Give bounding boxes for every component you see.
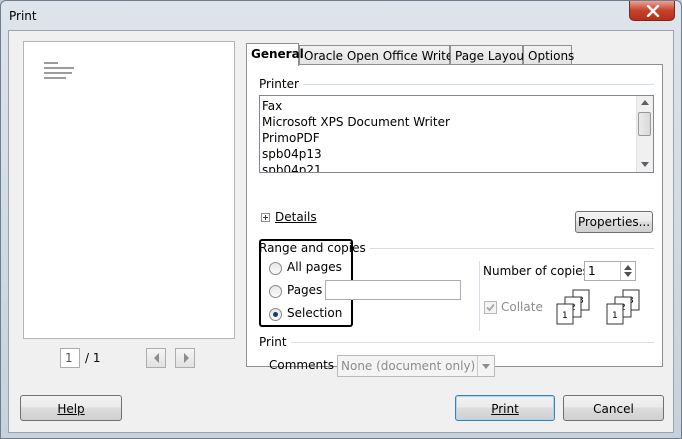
- properties-button[interactable]: Properties...: [575, 211, 653, 233]
- cancel-button[interactable]: Cancel: [563, 395, 664, 421]
- preview-prev-button[interactable]: [146, 348, 166, 368]
- tab-options[interactable]: Options: [523, 45, 574, 65]
- comments-label: Comments: [269, 358, 335, 372]
- printer-list-item[interactable]: spb04p21: [262, 163, 322, 172]
- spin-down-icon[interactable]: [624, 272, 632, 277]
- scroll-up-icon: [641, 100, 649, 105]
- number-of-copies-label: Number of copies: [483, 264, 589, 278]
- printer-list-item[interactable]: Fax: [262, 99, 282, 113]
- comments-dropdown-value: None (document only): [341, 359, 476, 373]
- selection-label[interactable]: Selection: [287, 306, 342, 320]
- close-button[interactable]: [629, 1, 675, 21]
- help-button[interactable]: Help: [20, 395, 122, 421]
- window-title: Print: [9, 9, 37, 23]
- tab-oracle-open-office-writer[interactable]: Oracle Open Office Writer: [299, 45, 458, 65]
- pages-input[interactable]: [325, 280, 461, 300]
- preview-page-total: / 1: [85, 351, 101, 365]
- chevron-down-icon: [482, 364, 490, 369]
- details-label-text: Details: [275, 210, 317, 224]
- close-icon: [646, 5, 660, 17]
- print-button-label: Print: [491, 402, 519, 416]
- help-button-label: Help: [57, 402, 85, 416]
- collated-copies-icon: 3 2 1: [606, 289, 640, 325]
- dropdown-button[interactable]: [477, 356, 494, 376]
- printer-section-divider: [259, 84, 654, 85]
- all-pages-radio[interactable]: [269, 262, 282, 275]
- all-pages-label[interactable]: All pages: [287, 260, 342, 274]
- print-button[interactable]: Print: [455, 395, 555, 421]
- number-of-copies-input[interactable]: 1: [584, 261, 636, 281]
- dialog-client-area: 1 / 1 General Oracle Open Office Writer …: [8, 30, 674, 433]
- tab-general[interactable]: General: [246, 43, 304, 66]
- printer-section-label: Printer: [259, 77, 303, 91]
- spin-up-icon[interactable]: [624, 265, 632, 270]
- printer-list-item[interactable]: PrimoPDF: [262, 131, 320, 145]
- range-copies-separator: [479, 261, 480, 331]
- triangle-right-icon: [184, 353, 189, 363]
- preview-next-button[interactable]: [175, 348, 195, 368]
- tab-page-layout[interactable]: Page Layout: [450, 45, 529, 65]
- preview-page-input[interactable]: 1: [60, 348, 80, 368]
- printer-list-item[interactable]: spb04p13: [262, 147, 322, 161]
- print-dialog: Print 1 / 1 General Oracle Open Office W…: [0, 0, 682, 439]
- svg-text:1: 1: [612, 311, 618, 321]
- details-label[interactable]: Details: [275, 210, 317, 224]
- checkmark-icon: [486, 303, 495, 312]
- details-expander[interactable]: [261, 213, 270, 222]
- copies-spinner[interactable]: [620, 262, 635, 280]
- printer-list-scrollbar[interactable]: [636, 96, 653, 172]
- general-tab-panel: Printer Fax Microsoft XPS Document Write…: [246, 64, 663, 377]
- scroll-down-icon: [641, 162, 649, 167]
- plus-icon: [263, 215, 268, 220]
- scrollbar-thumb[interactable]: [638, 112, 651, 136]
- selection-radio[interactable]: [269, 308, 282, 321]
- print-preview: [23, 41, 235, 339]
- pages-radio[interactable]: [269, 285, 282, 298]
- triangle-left-icon: [154, 353, 159, 363]
- print-section-divider: [259, 342, 654, 343]
- printer-list-item[interactable]: Microsoft XPS Document Writer: [262, 115, 450, 129]
- collate-label: Collate: [501, 300, 543, 314]
- svg-text:1: 1: [562, 311, 568, 321]
- collated-copies-icon: 3 2 1: [556, 289, 590, 325]
- collate-checkbox[interactable]: [484, 301, 497, 314]
- print-section-label: Print: [259, 335, 291, 349]
- printer-list[interactable]: Fax Microsoft XPS Document Writer PrimoP…: [259, 95, 654, 173]
- title-bar[interactable]: Print: [1, 1, 681, 31]
- comments-dropdown[interactable]: None (document only): [337, 355, 495, 377]
- preview-page-thumbnail: [44, 62, 74, 82]
- number-of-copies-value: 1: [588, 264, 596, 278]
- pages-label[interactable]: Pages: [287, 283, 322, 297]
